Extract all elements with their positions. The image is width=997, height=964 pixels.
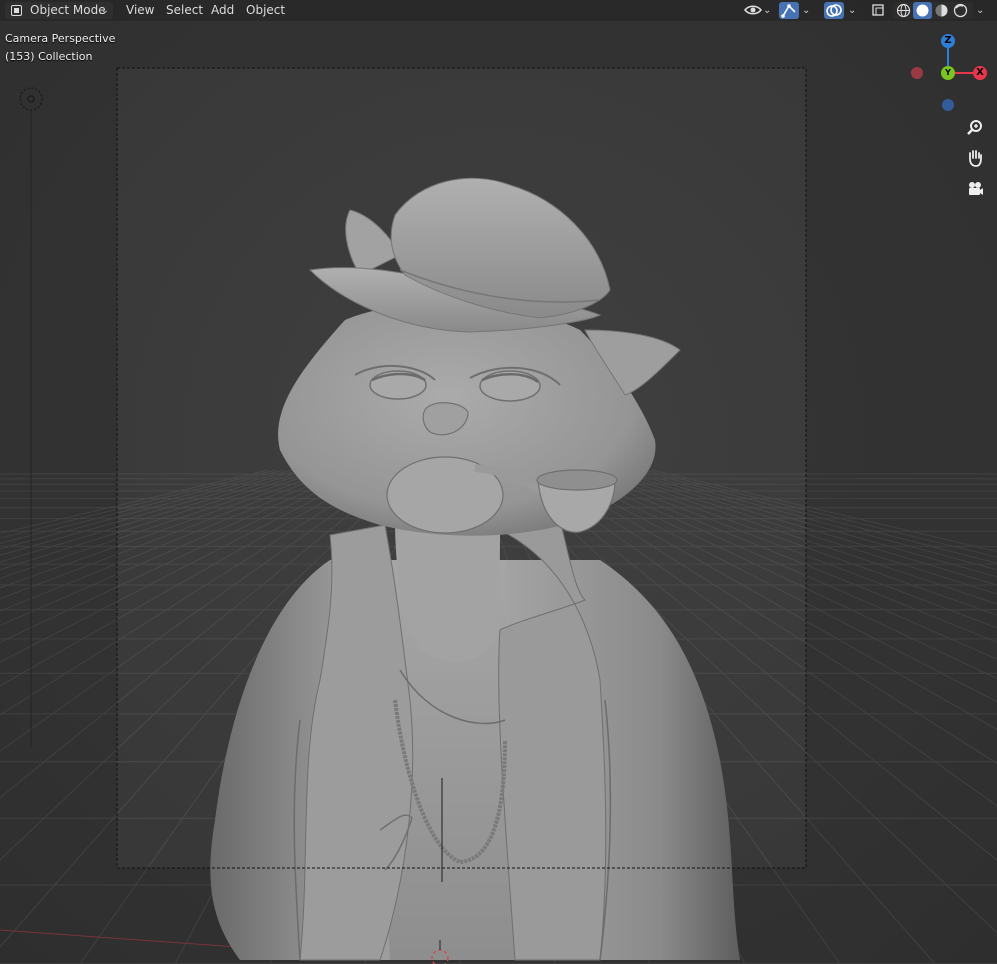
hand-pan-icon[interactable] — [963, 146, 987, 170]
neg-x-axis-button[interactable] — [911, 67, 923, 79]
scene-render — [0, 0, 997, 964]
neg-z-axis-button[interactable] — [942, 99, 954, 111]
object-menu[interactable]: Object — [240, 2, 291, 19]
chevron-down-icon: ⌄ — [100, 5, 109, 16]
collection-label: (153) Collection — [5, 50, 93, 63]
shading-chevron-icon[interactable]: ⌄ — [976, 1, 984, 20]
z-axis-button[interactable]: Z — [941, 34, 955, 48]
overlay-chevron-icon[interactable]: ⌄ — [848, 1, 856, 20]
viewport-header: Object Mode ⌄ View Select Add Object ⌄ ⌄… — [0, 0, 997, 21]
rendered-shading-icon[interactable] — [951, 2, 970, 19]
camera-icon[interactable] — [963, 177, 987, 201]
x-axis-button[interactable]: X — [973, 66, 987, 80]
object-mode-dropdown[interactable]: Object Mode ⌄ — [5, 2, 113, 19]
add-menu[interactable]: Add — [205, 2, 240, 19]
select-menu[interactable]: Select — [160, 2, 209, 19]
y-axis-button[interactable]: Y — [941, 66, 955, 80]
view-menu[interactable]: View — [120, 2, 160, 19]
visibility-icon[interactable] — [743, 2, 763, 19]
visibility-chevron-icon[interactable]: ⌄ — [763, 1, 771, 20]
overlay-icon[interactable] — [824, 2, 844, 19]
gizmo-chevron-icon[interactable]: ⌄ — [802, 1, 810, 20]
zoom-icon[interactable] — [963, 116, 987, 140]
object-mode-label: Object Mode — [30, 3, 106, 17]
xray-icon[interactable] — [870, 2, 888, 19]
solid-shading-icon[interactable] — [913, 2, 932, 19]
material-shading-icon[interactable] — [932, 2, 951, 19]
gizmo-toggle-icon[interactable] — [779, 2, 799, 19]
wireframe-shading-icon[interactable] — [894, 2, 913, 19]
object-mode-icon — [11, 5, 22, 16]
3d-viewport[interactable]: Object Mode ⌄ View Select Add Object ⌄ ⌄… — [0, 0, 997, 964]
view-name-label: Camera Perspective — [5, 32, 116, 45]
